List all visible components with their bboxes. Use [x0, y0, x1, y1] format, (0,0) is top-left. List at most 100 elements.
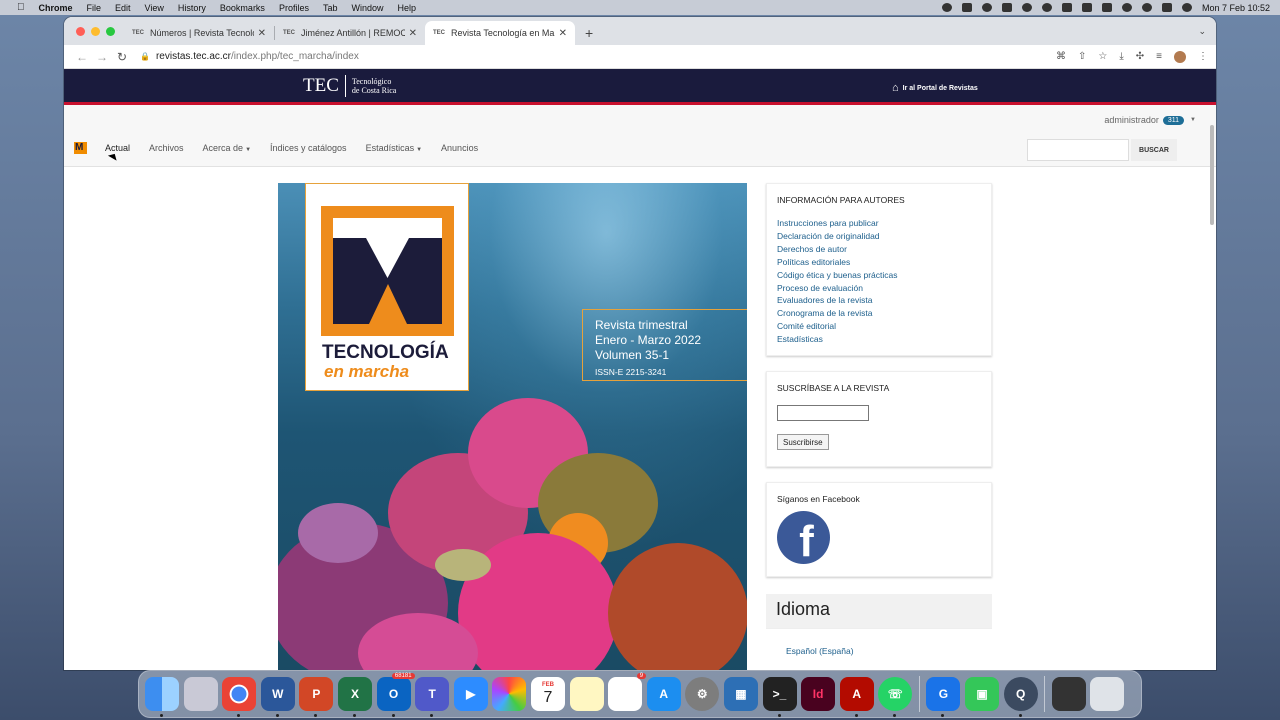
indesign-icon[interactable]: Id [801, 677, 836, 711]
menu-file[interactable]: File [80, 3, 109, 13]
trash-icon[interactable] [1090, 677, 1125, 711]
share-icon[interactable]: ⇧ [1078, 51, 1086, 62]
link-instrucciones[interactable]: Instrucciones para publicar [777, 217, 981, 230]
teams-icon[interactable]: T [415, 677, 450, 717]
menu-profiles[interactable]: Profiles [272, 3, 316, 13]
system-preferences-icon[interactable]: ⚙ [685, 677, 720, 711]
browser-tab-2[interactable]: TEC Jiménez Antillón | REMOCIÓN D ✕ [275, 21, 425, 45]
nav-indices[interactable]: Índices y catálogos [270, 143, 347, 153]
menu-edit[interactable]: Edit [108, 3, 138, 13]
link-comite[interactable]: Comité editorial [777, 320, 981, 333]
grammarly-icon[interactable]: G [926, 677, 961, 717]
terminal-icon[interactable]: >_ [762, 677, 797, 717]
chrome-icon[interactable] [222, 677, 257, 717]
battery-icon[interactable] [1061, 3, 1072, 12]
powerpoint-icon[interactable]: P [299, 677, 334, 717]
shield-menu-icon[interactable] [1001, 3, 1012, 12]
menu-view[interactable]: View [138, 3, 171, 13]
reading-list-icon[interactable]: ≡ [1156, 51, 1162, 62]
flag-icon[interactable] [1081, 3, 1092, 12]
back-icon[interactable]: ← [72, 50, 92, 64]
new-tab-icon[interactable]: + [575, 25, 603, 41]
tab-search-chevron-icon[interactable]: ⌄ [1198, 26, 1206, 37]
sync-icon[interactable] [981, 3, 992, 12]
status-app-icon[interactable] [961, 3, 972, 12]
whatsapp-icon[interactable]: ☏ [878, 677, 913, 717]
search-input[interactable] [1027, 139, 1129, 161]
forward-icon[interactable]: → [92, 50, 112, 64]
reload-icon[interactable]: ↻ [112, 50, 132, 64]
acrobat-icon[interactable]: A [839, 677, 874, 717]
apple-menu-icon[interactable]:  [10, 2, 32, 13]
browser-tab-1[interactable]: TEC Números | Revista Tecnología e ✕ [124, 21, 274, 45]
facetime-icon[interactable]: ▣ [965, 677, 1000, 711]
menu-help[interactable]: Help [390, 3, 423, 13]
keyboard-icon[interactable] [1101, 3, 1112, 12]
tec-logo[interactable]: TEC Tecnológico de Costa Rica [303, 75, 396, 97]
menu-bookmarks[interactable]: Bookmarks [213, 3, 272, 13]
tab-close-icon[interactable]: ✕ [409, 28, 417, 39]
link-cronograma[interactable]: Cronograma de la revista [777, 307, 981, 320]
launchpad-icon[interactable] [183, 677, 218, 711]
minimize-window-button[interactable] [91, 27, 100, 36]
portal-link[interactable]: ⌂ Ir al Portal de Revistas [892, 82, 978, 94]
link-codigo-etica[interactable]: Código ética y buenas prácticas [777, 269, 981, 282]
security-app-icon[interactable]: ▦ [723, 677, 758, 711]
profile-avatar-icon[interactable] [1174, 50, 1186, 63]
download-icon[interactable]: ⤓ [1119, 51, 1123, 62]
siri-icon[interactable] [1181, 3, 1192, 12]
nav-anuncios[interactable]: Anuncios [441, 143, 478, 153]
extensions-icon[interactable]: ✣ [1136, 51, 1144, 62]
downloads-stack-icon[interactable] [1051, 677, 1086, 711]
link-declaracion[interactable]: Declaración de originalidad [777, 230, 981, 243]
finder-icon[interactable] [145, 677, 179, 717]
search-button[interactable]: BUSCAR [1131, 139, 1177, 161]
outlook-icon[interactable]: O 68181 [376, 673, 415, 717]
menu-app-name[interactable]: Chrome [32, 3, 80, 13]
url-field[interactable]: 🔒 revistas.tec.ac.cr/index.php/tec_march… [140, 51, 1056, 62]
more-menu-icon[interactable]: ⋮ [1198, 51, 1208, 62]
issue-cover-image[interactable]: TECNOLOGÍA en marcha Revista trimestral … [278, 183, 747, 670]
zoom-window-button[interactable] [106, 27, 115, 36]
calendar-icon[interactable]: FEB 7 [530, 677, 565, 711]
link-politicas[interactable]: Políticas editoriales [777, 256, 981, 269]
tab-close-icon[interactable]: ✕ [258, 28, 266, 39]
spotlight-icon[interactable] [1141, 3, 1152, 12]
menu-tab[interactable]: Tab [316, 3, 345, 13]
quicktime-icon[interactable]: Q [1003, 677, 1038, 717]
link-estadisticas[interactable]: Estadísticas [777, 333, 981, 346]
nav-acerca-de[interactable]: Acerca de ▼ [203, 143, 251, 153]
photos-icon[interactable] [492, 677, 527, 711]
browser-tab-3-active[interactable]: TEC Revista Tecnología en Marcha ✕ [425, 21, 575, 45]
link-proceso[interactable]: Proceso de evaluación [777, 282, 981, 295]
zoom-icon[interactable]: ▶ [453, 677, 488, 711]
excel-icon[interactable]: X [337, 677, 372, 717]
control-center-icon[interactable] [1161, 3, 1172, 12]
menu-history[interactable]: History [171, 3, 213, 13]
notes-icon[interactable] [569, 677, 604, 711]
bookmark-star-icon[interactable]: ☆ [1098, 51, 1107, 62]
nav-estadisticas[interactable]: Estadísticas ▼ [366, 143, 422, 153]
facebook-icon[interactable]: f [777, 511, 830, 564]
menu-clock[interactable]: Mon 7 Feb 10:52 [1202, 3, 1270, 13]
link-evaluadores[interactable]: Evaluadores de la revista [777, 294, 981, 307]
close-window-button[interactable] [76, 27, 85, 36]
reminders-icon[interactable]: 9 [608, 673, 647, 711]
wifi-icon[interactable] [1121, 3, 1132, 12]
user-menu[interactable]: administrador 311 ▼ [1104, 115, 1196, 125]
play-icon[interactable] [1021, 3, 1032, 12]
app-store-icon[interactable]: A [646, 677, 681, 711]
link-derechos[interactable]: Derechos de autor [777, 243, 981, 256]
tab-close-icon[interactable]: ✕ [559, 28, 567, 39]
subscribe-email-input[interactable] [777, 405, 869, 421]
page-scrollbar[interactable] [1210, 125, 1214, 225]
word-icon[interactable]: W [260, 677, 295, 717]
cloud-icon[interactable] [1041, 3, 1052, 12]
nav-archivos[interactable]: Archivos [149, 143, 184, 153]
subscribe-button[interactable]: Suscribirse [777, 434, 829, 450]
journal-logo-icon[interactable] [74, 142, 87, 154]
language-option-es[interactable]: Español (España) [786, 646, 854, 656]
record-icon[interactable] [941, 3, 952, 12]
translate-icon[interactable]: ⌘ [1056, 51, 1066, 62]
menu-window[interactable]: Window [344, 3, 390, 13]
